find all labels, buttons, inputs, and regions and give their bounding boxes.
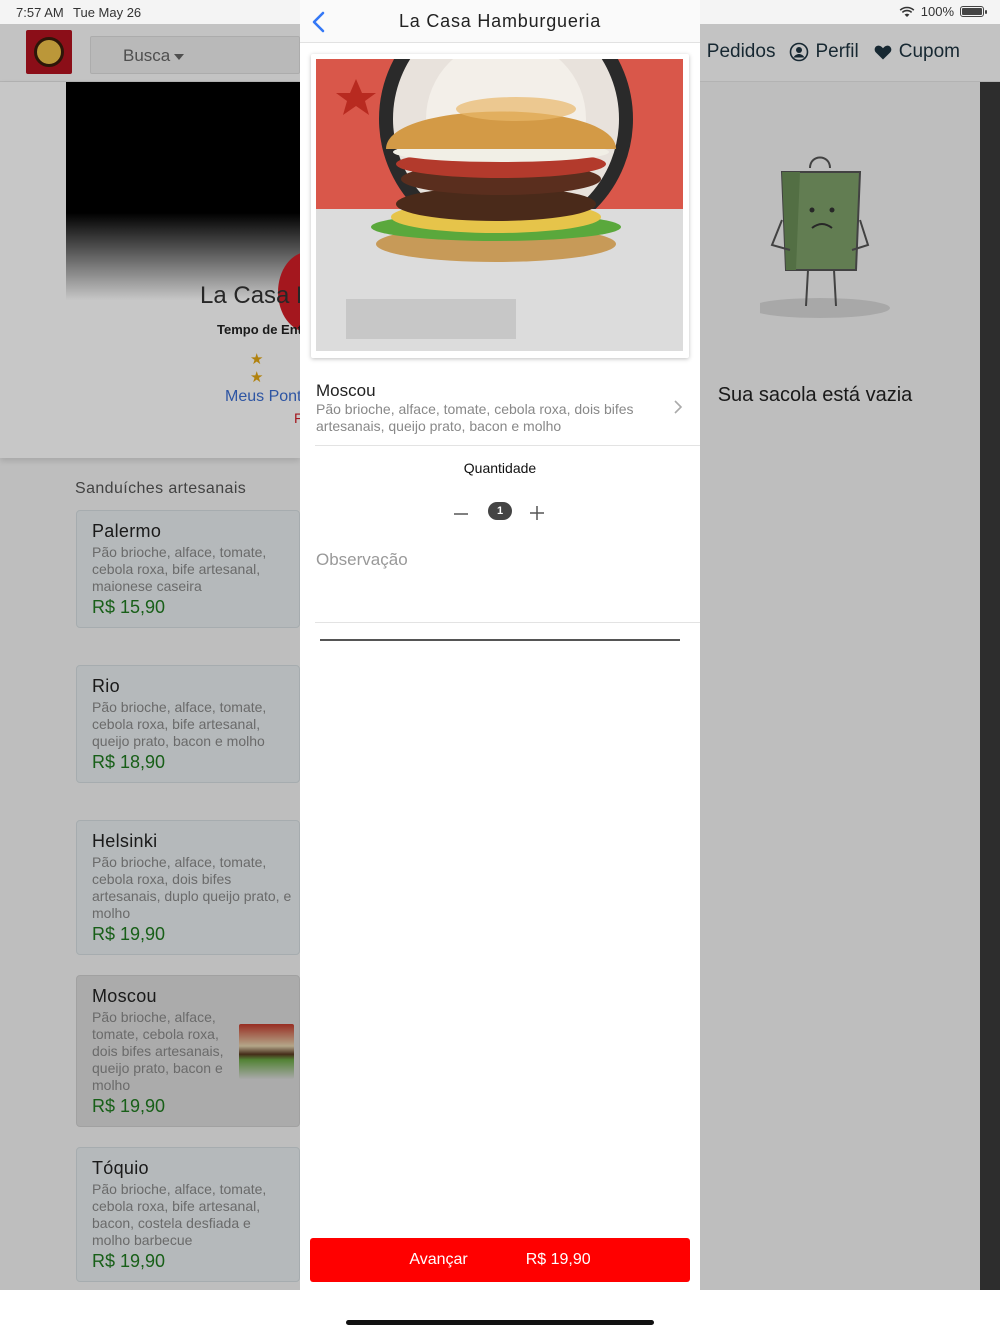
divider	[315, 622, 700, 623]
burger-photo-illustration	[316, 59, 683, 351]
product-photo	[316, 59, 683, 351]
status-bar: 7:57 AM Tue May 26 100%	[0, 0, 1000, 24]
status-date: Tue May 26	[73, 5, 142, 20]
advance-button-label: Avançar	[409, 1251, 468, 1268]
product-modal: La Casa Hamburgueria Moscou Pão brioche,…	[300, 0, 700, 1290]
product-photo-frame	[311, 54, 689, 358]
quantity-label: Quantidade	[463, 460, 537, 476]
battery-percent: 100%	[920, 4, 954, 19]
status-right: 100%	[899, 4, 987, 19]
observation-field[interactable]	[316, 540, 696, 620]
product-name: Moscou	[316, 381, 376, 400]
plus-icon[interactable]	[529, 505, 545, 521]
advance-button[interactable]: Avançar R$ 19,90	[310, 1238, 690, 1282]
chevron-right-icon[interactable]	[672, 398, 684, 416]
minus-icon[interactable]	[453, 502, 469, 522]
battery-icon	[960, 6, 987, 17]
input-underline	[320, 639, 680, 641]
quantity-value: 1	[488, 502, 512, 520]
status-time: 7:57 AM	[16, 5, 64, 20]
product-description: Pão brioche, alface, tomate, cebola roxa…	[316, 401, 634, 434]
divider	[315, 445, 700, 446]
advance-button-price: R$ 19,90	[525, 1251, 591, 1268]
wifi-icon	[899, 6, 915, 17]
home-indicator[interactable]	[346, 1320, 654, 1325]
